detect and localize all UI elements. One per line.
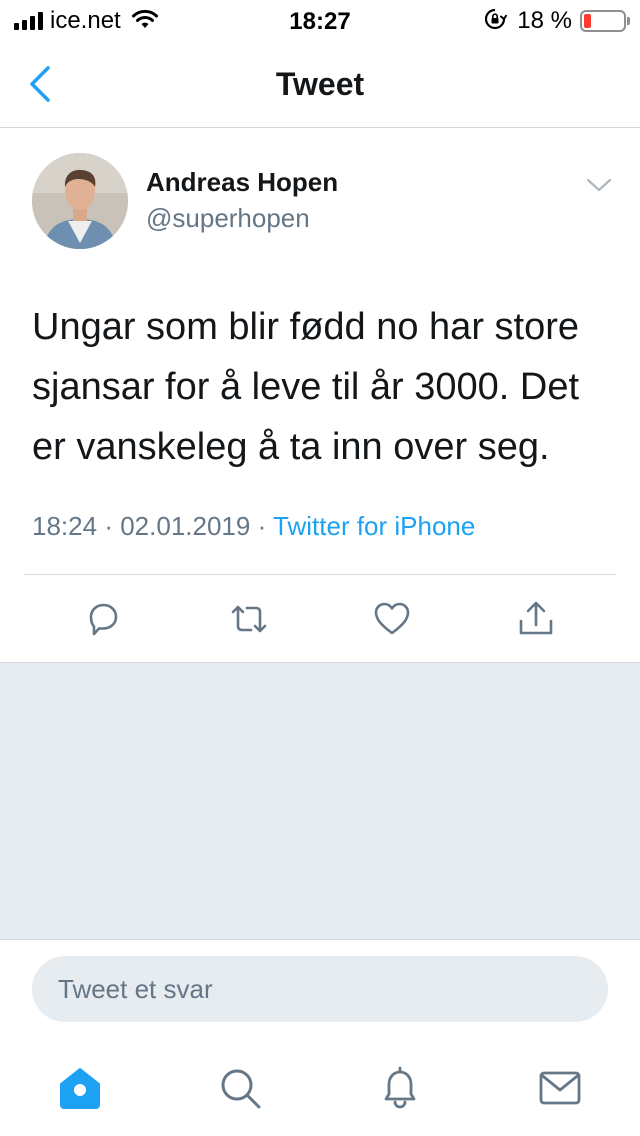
tab-bar bbox=[0, 1040, 640, 1136]
reply-input[interactable] bbox=[32, 956, 608, 1022]
tab-messages[interactable] bbox=[536, 1064, 584, 1112]
nav-bar: Tweet bbox=[0, 42, 640, 128]
home-icon bbox=[60, 1068, 100, 1109]
tweet-date: 02.01.2019 bbox=[120, 511, 251, 541]
reply-bar bbox=[0, 940, 640, 1040]
avatar[interactable] bbox=[32, 153, 128, 249]
notifications-icon bbox=[384, 1066, 416, 1109]
author-name[interactable]: Andreas Hopen bbox=[146, 167, 338, 198]
messages-icon bbox=[539, 1071, 581, 1105]
tweet-actions bbox=[0, 575, 640, 662]
tweet-text: Ungar som blir fødd no har store sjansar… bbox=[32, 306, 580, 468]
battery-icon bbox=[580, 10, 630, 32]
page-title: Tweet bbox=[275, 66, 365, 102]
rotation-lock-icon bbox=[483, 7, 508, 36]
chevron-down-icon bbox=[586, 178, 612, 192]
status-bar-right: 18 % bbox=[483, 7, 630, 36]
like-icon bbox=[374, 602, 410, 635]
reply-icon bbox=[89, 603, 118, 636]
retweet-button[interactable] bbox=[227, 597, 271, 641]
tweet-menu-button[interactable] bbox=[584, 173, 614, 197]
tweet-detail: Andreas Hopen @superhopen Ungar som blir… bbox=[0, 129, 640, 662]
meta-separator: · bbox=[257, 511, 267, 541]
status-bar: ice.net 18:27 18 % bbox=[0, 0, 640, 42]
tab-notifications[interactable] bbox=[376, 1064, 424, 1112]
reply-button[interactable] bbox=[81, 597, 125, 641]
share-button[interactable] bbox=[514, 597, 558, 641]
author-handle[interactable]: @superhopen bbox=[146, 203, 310, 234]
tweet-meta: 18:24 · 02.01.2019 · Twitter for iPhone bbox=[32, 511, 475, 542]
tweet-source-link[interactable]: Twitter for iPhone bbox=[273, 511, 475, 541]
retweet-icon bbox=[231, 605, 267, 633]
share-icon bbox=[519, 601, 553, 635]
battery-percent: 18 % bbox=[517, 7, 572, 34]
tab-search[interactable] bbox=[216, 1064, 264, 1112]
tweet-time: 18:24 bbox=[32, 511, 98, 541]
like-button[interactable] bbox=[370, 597, 414, 641]
replies-area bbox=[0, 662, 640, 940]
search-icon bbox=[221, 1069, 261, 1109]
battery-level bbox=[584, 14, 591, 28]
tab-home[interactable] bbox=[56, 1064, 104, 1112]
meta-separator: · bbox=[104, 511, 113, 541]
